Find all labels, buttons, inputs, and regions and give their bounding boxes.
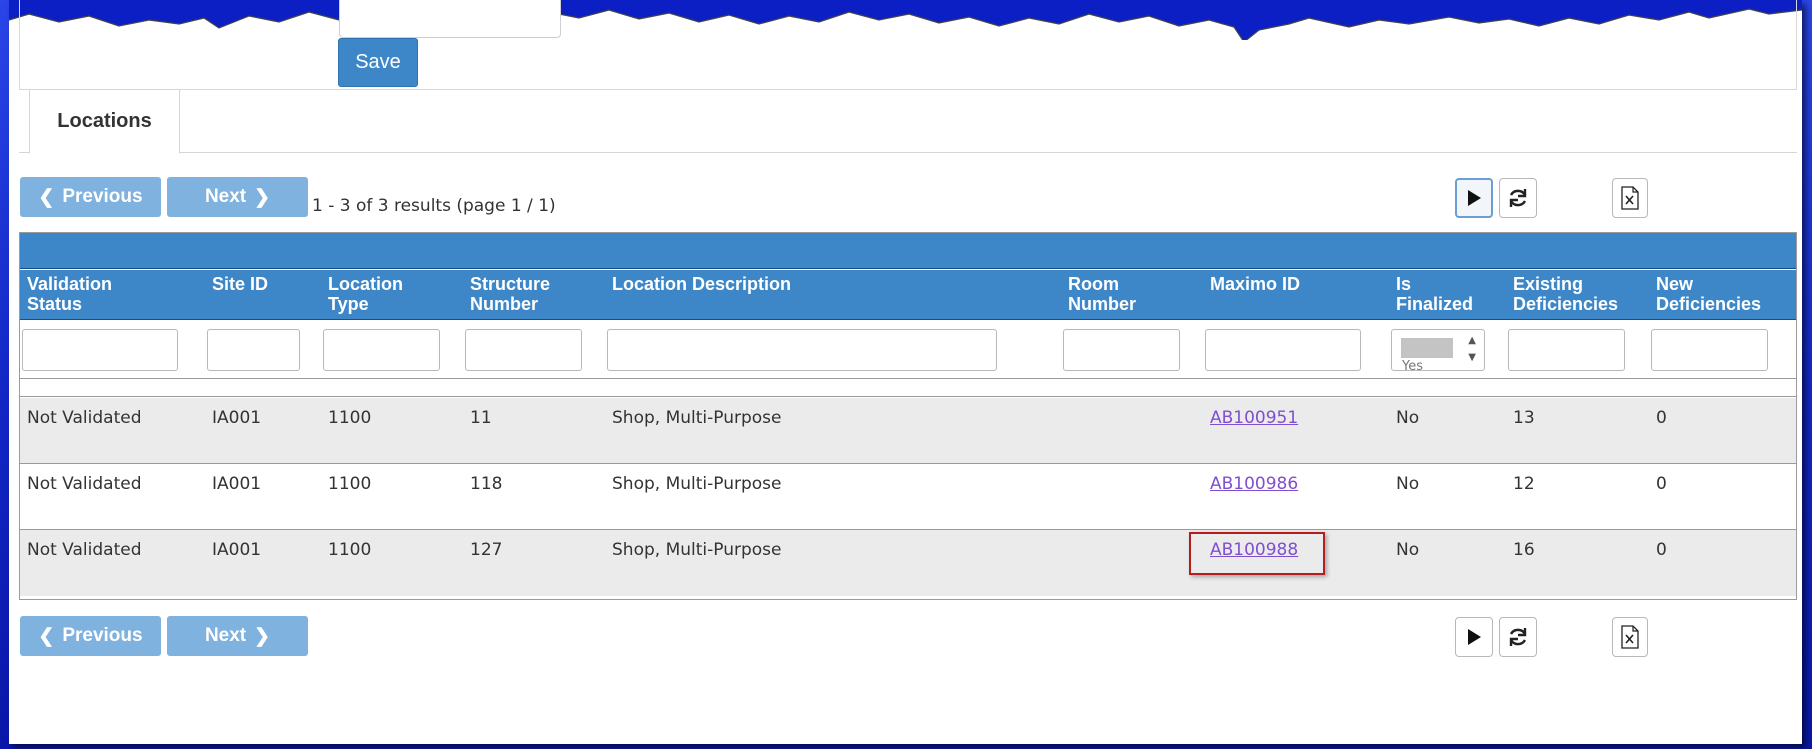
cell-validation-status: Not Validated: [27, 540, 142, 560]
table-row[interactable]: Not Validated IA001 1100 127 Shop, Multi…: [20, 530, 1796, 596]
spin-up-icon[interactable]: ▲: [1468, 335, 1476, 346]
filter-room-number[interactable]: [1063, 329, 1180, 371]
table-row[interactable]: Not Validated IA001 1100 118 Shop, Multi…: [20, 464, 1796, 530]
play-icon: [1468, 190, 1481, 206]
col-header-existing-deficiencies[interactable]: Existing Deficiencies: [1513, 274, 1618, 314]
grid-header: Validation Status Site ID Location Type St…: [20, 270, 1796, 320]
filter-new-deficiencies[interactable]: [1651, 329, 1768, 371]
cell-structure-number: 11: [470, 408, 492, 428]
play-icon: [1468, 629, 1481, 645]
form-section: [19, 0, 1797, 90]
previous-button[interactable]: ❮ Previous: [20, 616, 161, 656]
chevron-left-icon: ❮: [38, 625, 55, 647]
filter-location-description[interactable]: [607, 329, 997, 371]
next-button-label: Next: [204, 186, 247, 207]
cell-site-id: IA001: [212, 540, 262, 560]
filter-row: Yes ▲ ▼: [20, 321, 1796, 379]
results-summary: 1 - 3 of 3 results (page 1 / 1): [312, 196, 556, 216]
export-button[interactable]: [1612, 617, 1648, 657]
cell-structure-number: 118: [470, 474, 503, 494]
previous-button-label: Previous: [62, 625, 143, 646]
form-input-partial[interactable]: [339, 0, 561, 38]
next-button[interactable]: Next ❯: [167, 177, 308, 217]
grid-spacer: [20, 380, 1796, 397]
filter-existing-deficiencies[interactable]: [1508, 329, 1625, 371]
excel-export-icon: [1621, 186, 1639, 210]
cell-existing-deficiencies: 13: [1513, 408, 1535, 428]
tab-locations[interactable]: Locations: [29, 89, 180, 154]
filter-site-id[interactable]: [207, 329, 300, 371]
col-header-location-type[interactable]: Location Type: [328, 274, 403, 314]
cell-is-finalized: No: [1396, 474, 1420, 494]
filter-structure-number[interactable]: [465, 329, 582, 371]
col-header-room-number[interactable]: Room Number: [1068, 274, 1136, 314]
export-button[interactable]: [1612, 178, 1648, 218]
cell-site-id: IA001: [212, 474, 262, 494]
excel-export-icon: [1621, 625, 1639, 649]
col-header-is-finalized[interactable]: Is Finalized: [1396, 274, 1473, 314]
cell-location-description: Shop, Multi-Purpose: [612, 540, 782, 560]
refresh-button[interactable]: [1499, 178, 1537, 218]
cell-location-type: 1100: [328, 474, 372, 494]
cell-location-type: 1100: [328, 540, 372, 560]
cell-new-deficiencies: 0: [1656, 540, 1667, 560]
previous-button[interactable]: ❮ Previous: [20, 177, 161, 217]
filter-is-finalized[interactable]: Yes ▲ ▼: [1391, 329, 1485, 371]
col-header-maximo-id[interactable]: Maximo ID: [1210, 274, 1300, 294]
cell-structure-number: 127: [470, 540, 503, 560]
spin-down-icon[interactable]: ▼: [1468, 352, 1476, 363]
cell-new-deficiencies: 0: [1656, 474, 1667, 494]
save-button[interactable]: Save: [338, 38, 418, 87]
chevron-right-icon: ❯: [254, 625, 271, 647]
locations-grid: Validation Status Site ID Location Type St…: [19, 232, 1797, 600]
refresh-button[interactable]: [1499, 617, 1537, 657]
col-header-new-deficiencies[interactable]: New Deficiencies: [1656, 274, 1761, 314]
next-button-label: Next: [204, 625, 247, 646]
cell-location-type: 1100: [328, 408, 372, 428]
cell-site-id: IA001: [212, 408, 262, 428]
cell-existing-deficiencies: 12: [1513, 474, 1535, 494]
cell-new-deficiencies: 0: [1656, 408, 1667, 428]
play-button[interactable]: [1455, 617, 1493, 657]
cell-validation-status: Not Validated: [27, 474, 142, 494]
grid-toolbar-band: [20, 233, 1796, 269]
tab-bar: Locations: [19, 89, 1797, 154]
refresh-icon: [1509, 189, 1527, 207]
filter-location-type[interactable]: [323, 329, 440, 371]
maximo-id-link[interactable]: AB100986: [1210, 474, 1298, 494]
table-row[interactable]: Not Validated IA001 1100 11 Shop, Multi-…: [20, 398, 1796, 464]
col-header-site-id[interactable]: Site ID: [212, 274, 268, 294]
cell-location-description: Shop, Multi-Purpose: [612, 474, 782, 494]
filter-validation-status[interactable]: [22, 329, 178, 371]
spinner-value: Yes: [1402, 359, 1423, 371]
maximo-id-link[interactable]: AB100951: [1210, 408, 1298, 428]
refresh-icon: [1509, 628, 1527, 646]
cell-validation-status: Not Validated: [27, 408, 142, 428]
next-button[interactable]: Next ❯: [167, 616, 308, 656]
previous-button-label: Previous: [62, 186, 143, 207]
spinner-value-block: [1401, 338, 1453, 358]
cell-is-finalized: No: [1396, 408, 1420, 428]
chevron-right-icon: ❯: [254, 186, 271, 208]
col-header-validation-status[interactable]: Validation Status: [27, 274, 112, 314]
cell-location-description: Shop, Multi-Purpose: [612, 408, 782, 428]
callout-highlight-box: [1189, 532, 1325, 575]
filter-maximo-id[interactable]: [1205, 329, 1361, 371]
cell-existing-deficiencies: 16: [1513, 540, 1535, 560]
col-header-structure-number[interactable]: Structure Number: [470, 274, 550, 314]
col-header-location-description[interactable]: Location Description: [612, 274, 791, 294]
cell-is-finalized: No: [1396, 540, 1420, 560]
app-panel: Save Locations ❮ Previous Next ❯ 1 - 3 o…: [9, 0, 1802, 744]
play-button[interactable]: [1455, 178, 1493, 218]
chevron-left-icon: ❮: [38, 186, 55, 208]
